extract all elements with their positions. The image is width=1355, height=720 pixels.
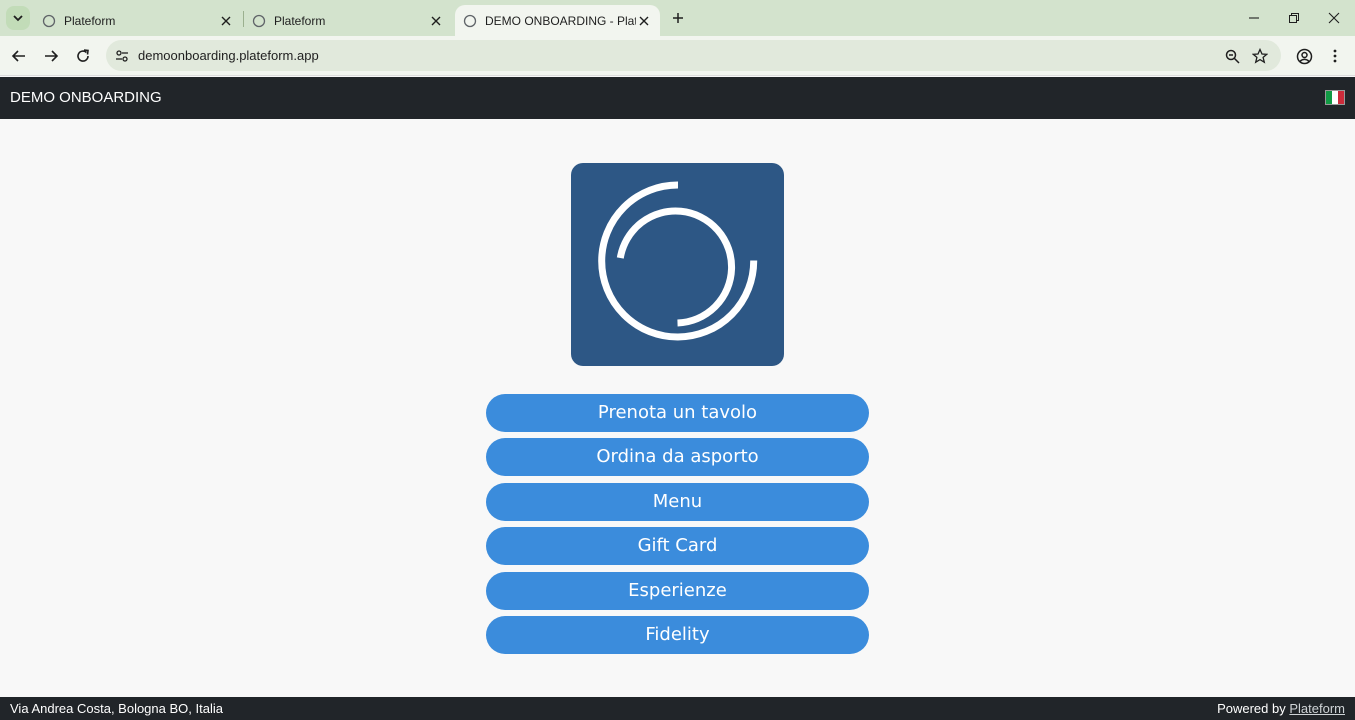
forward-button[interactable] bbox=[39, 44, 63, 68]
minimize-icon bbox=[1249, 17, 1259, 19]
browser-toolbar: demoonboarding.plateform.app bbox=[0, 36, 1355, 76]
italy-flag-icon[interactable] bbox=[1325, 90, 1345, 105]
minimize-button[interactable] bbox=[1242, 6, 1266, 30]
site-brand[interactable]: DEMO ONBOARDING bbox=[10, 89, 162, 106]
browser-menu-button[interactable] bbox=[1323, 44, 1347, 68]
tab-search-button[interactable] bbox=[6, 6, 30, 30]
plus-icon bbox=[673, 13, 683, 23]
plateform-logo-icon bbox=[571, 163, 784, 366]
browser-tab-1[interactable]: Plateform bbox=[34, 5, 242, 36]
new-tab-button[interactable] bbox=[668, 8, 688, 28]
powered-by: Powered by Plateform bbox=[1217, 701, 1345, 716]
restore-icon bbox=[1289, 13, 1299, 23]
gift-card-button[interactable]: Gift Card bbox=[486, 527, 869, 566]
close-tab-icon[interactable] bbox=[636, 13, 652, 29]
account-icon bbox=[1296, 48, 1312, 64]
takeaway-order-button[interactable]: Ordina da asporto bbox=[486, 438, 869, 477]
reload-button[interactable] bbox=[71, 44, 95, 68]
menu-button[interactable]: Menu bbox=[486, 482, 869, 521]
close-tab-icon[interactable] bbox=[218, 13, 234, 29]
site-settings-icon[interactable] bbox=[113, 47, 131, 65]
bookmark-star-icon[interactable] bbox=[1250, 46, 1270, 66]
chevron-down-icon bbox=[13, 15, 23, 22]
browser-tab-2[interactable]: Plateform bbox=[244, 5, 452, 36]
site-navbar: DEMO ONBOARDING bbox=[0, 77, 1355, 119]
globe-icon bbox=[463, 14, 477, 27]
fidelity-button[interactable]: Fidelity bbox=[486, 615, 869, 654]
tab-title: Plateform bbox=[64, 13, 116, 28]
close-icon bbox=[1328, 12, 1340, 24]
powered-by-label: Powered by bbox=[1217, 701, 1286, 716]
close-window-button[interactable] bbox=[1322, 6, 1346, 30]
restore-button[interactable] bbox=[1282, 6, 1306, 30]
book-table-button[interactable]: Prenota un tavolo bbox=[486, 394, 869, 432]
action-button-list: Prenota un tavolo Ordina da asporto Menu… bbox=[486, 394, 869, 660]
reload-icon bbox=[77, 49, 89, 62]
footer-address: Via Andrea Costa, Bologna BO, Italia bbox=[10, 701, 223, 716]
globe-icon bbox=[42, 14, 56, 27]
tab-title: Plateform bbox=[274, 13, 326, 28]
more-vertical-icon bbox=[1333, 49, 1337, 63]
back-button[interactable] bbox=[7, 44, 31, 68]
browser-tab-strip: Plateform Plateform DEMO ONBOARDING - Pl… bbox=[0, 0, 1355, 36]
arrow-right-icon bbox=[45, 50, 59, 62]
tab-title: DEMO ONBOARDING - Plateform bbox=[485, 13, 636, 28]
url-text: demoonboarding.plateform.app bbox=[138, 48, 319, 63]
arrow-left-icon bbox=[11, 50, 25, 62]
close-tab-icon[interactable] bbox=[428, 13, 444, 29]
globe-icon bbox=[252, 14, 266, 27]
browser-tab-active[interactable]: DEMO ONBOARDING - Plateform bbox=[455, 5, 660, 36]
address-bar[interactable]: demoonboarding.plateform.app bbox=[106, 40, 1281, 71]
site-footer: Via Andrea Costa, Bologna BO, Italia Pow… bbox=[0, 697, 1355, 720]
profile-button[interactable] bbox=[1292, 44, 1316, 68]
plateform-link[interactable]: Plateform bbox=[1289, 701, 1345, 716]
experiences-button[interactable]: Esperienze bbox=[486, 571, 869, 610]
zoom-icon[interactable] bbox=[1222, 46, 1242, 66]
